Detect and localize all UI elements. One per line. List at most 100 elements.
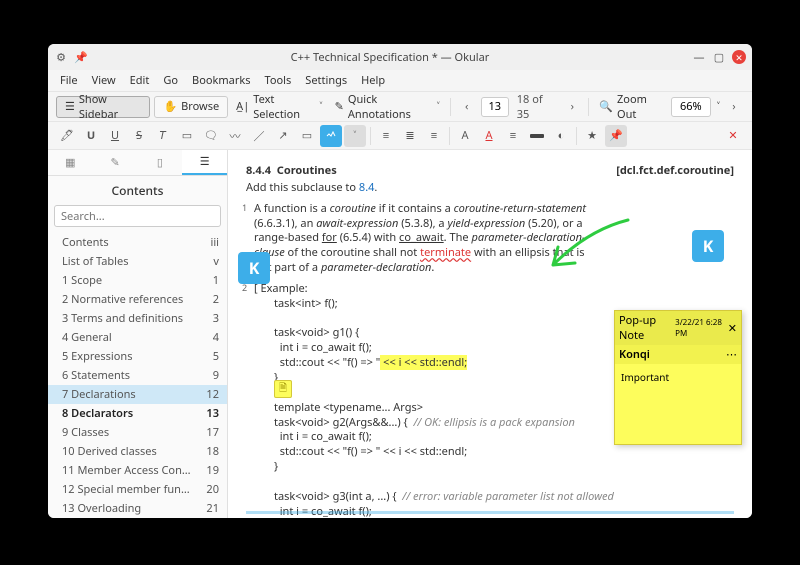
page-input[interactable] xyxy=(481,97,509,117)
highlighter-icon[interactable]: 🖊 xyxy=(56,125,78,147)
quick-annotations-button[interactable]: ✎Quick Annotations˅ xyxy=(331,96,444,118)
typewriter-icon[interactable]: 𝑇 xyxy=(152,125,174,147)
text-color-icon[interactable]: A xyxy=(478,125,500,147)
menu-bookmarks[interactable]: Bookmarks xyxy=(186,71,256,90)
squiggle-icon[interactable]: U xyxy=(104,125,126,147)
toc-item[interactable]: Contentsiii xyxy=(48,233,227,252)
rectangle-icon[interactable]: ▭ xyxy=(296,125,318,147)
underline-icon[interactable]: U xyxy=(80,125,102,147)
menu-help[interactable]: Help xyxy=(355,71,391,90)
search-input[interactable] xyxy=(54,205,221,227)
menu-settings[interactable]: Settings xyxy=(299,71,353,90)
font-icon[interactable]: A xyxy=(454,125,476,147)
close-button[interactable]: ✕ xyxy=(732,50,746,64)
sticky-note-icon[interactable]: 🗎 xyxy=(274,380,292,398)
sidebar-tab-contents[interactable]: ☰ xyxy=(182,150,227,175)
window-title: C++ Technical Specification * — Okular xyxy=(88,50,692,65)
sidebar-tab-thumbnails[interactable]: ▦ xyxy=(48,150,93,175)
menu-go[interactable]: Go xyxy=(157,71,184,90)
toc-item[interactable]: 6 Statements9 xyxy=(48,366,227,385)
arrow-icon[interactable]: ↗ xyxy=(272,125,294,147)
toolbar-annotations: 🖊 U U S 𝑇 ▭ 🗨 〰 ／ ↗ ▭ ˅ ≡ ≣ ≡ A A ≡ ◐ ★ … xyxy=(48,122,752,150)
popup-options-icon[interactable]: ⋯ xyxy=(726,347,737,362)
inline-note-icon[interactable]: ▭ xyxy=(176,125,198,147)
sidebar-tabs: ▦ ✎ ▯ ☰ xyxy=(48,150,227,176)
strikeout-icon[interactable]: S xyxy=(128,125,150,147)
document-view[interactable]: 8.4.4 Coroutines [dcl.fct.def.coroutine]… xyxy=(228,150,752,518)
zoom-select[interactable] xyxy=(671,97,711,117)
toc-item[interactable]: 8 Declarators13 xyxy=(48,404,227,423)
content: ▦ ✎ ▯ ☰ Contents ContentsiiiList of Tabl… xyxy=(48,150,752,518)
next-page-button[interactable]: › xyxy=(562,96,582,118)
text-selection-button[interactable]: A̲|Text Selection˅ xyxy=(232,96,327,118)
toc[interactable]: ContentsiiiList of Tablesv1 Scope12 Norm… xyxy=(48,233,227,518)
separator xyxy=(450,98,451,116)
toc-item[interactable]: 12 Special member fun…20 xyxy=(48,480,227,499)
toc-item[interactable]: List of Tablesv xyxy=(48,252,227,271)
zoom-out-button[interactable]: 🔍Zoom Out xyxy=(595,96,667,118)
popup-note[interactable]: Pop-up Note 3/22/21 6:28 PM ✕ Konqi ⋯ Im… xyxy=(614,310,742,445)
menu-tools[interactable]: Tools xyxy=(259,71,298,90)
menu-file[interactable]: File xyxy=(54,71,84,90)
selection-bar xyxy=(246,511,734,514)
toc-item[interactable]: 2 Normative references2 xyxy=(48,290,227,309)
separator xyxy=(449,127,450,145)
align-right-icon[interactable]: ≡ xyxy=(423,125,445,147)
separator xyxy=(370,127,371,145)
prev-page-button[interactable]: ‹ xyxy=(457,96,477,118)
app-menu-icon[interactable]: ⚙ xyxy=(54,50,68,64)
menubar: File View Edit Go Bookmarks Tools Settin… xyxy=(48,70,752,92)
toc-item[interactable]: 10 Derived classes18 xyxy=(48,442,227,461)
popup-note-icon[interactable]: 🗨 xyxy=(200,125,222,147)
toolbar-main: ☰Show Sidebar ✋Browse A̲|Text Selection˅… xyxy=(48,92,752,122)
bookmark-icon[interactable]: ★ xyxy=(581,125,603,147)
page-of-label: 18 of 35 xyxy=(513,92,559,122)
freehand-icon[interactable]: 〰 xyxy=(224,125,246,147)
stamp-kde-1[interactable]: K xyxy=(238,252,270,284)
menu-view[interactable]: View xyxy=(86,71,122,90)
line-icon[interactable]: ／ xyxy=(248,125,270,147)
subclause-note: Add this subclause to 8.4. xyxy=(246,181,734,196)
toc-item[interactable]: 9 Classes17 xyxy=(48,423,227,442)
browse-button[interactable]: ✋Browse xyxy=(154,96,228,118)
pushpin-icon[interactable]: 📌 xyxy=(605,125,627,147)
stamp-icon[interactable] xyxy=(320,125,342,147)
sidebar-tab-bookmarks[interactable]: ▯ xyxy=(138,150,183,175)
popup-close-icon[interactable]: ✕ xyxy=(728,321,737,336)
toc-item[interactable]: 7 Declarations12 xyxy=(48,385,227,404)
separator xyxy=(576,127,577,145)
align-left-icon[interactable]: ≡ xyxy=(375,125,397,147)
popup-date: 3/22/21 6:28 PM xyxy=(675,317,725,339)
align-center-icon[interactable]: ≣ xyxy=(399,125,421,147)
toc-item[interactable]: 5 Expressions5 xyxy=(48,347,227,366)
popup-title: Pop-up Note xyxy=(619,313,672,343)
popup-body[interactable]: Important xyxy=(615,364,741,444)
close-toolbar-icon[interactable]: ✕ xyxy=(722,125,744,147)
color-picker-icon[interactable] xyxy=(526,125,548,147)
sidebar-tab-reviews[interactable]: ✎ xyxy=(93,150,138,175)
stamp-dropdown[interactable]: ˅ xyxy=(344,125,366,147)
toc-item[interactable]: 3 Terms and definitions3 xyxy=(48,309,227,328)
section-heading: 8.4.4 Coroutines [dcl.fct.def.coroutine] xyxy=(246,164,734,179)
show-sidebar-button[interactable]: ☰Show Sidebar xyxy=(56,96,150,118)
popup-header: Pop-up Note 3/22/21 6:28 PM ✕ xyxy=(615,311,741,345)
popup-author: Konqi xyxy=(619,347,723,362)
separator xyxy=(588,98,589,116)
titlebar: ⚙ 📌 C++ Technical Specification * — Okul… xyxy=(48,44,752,70)
stamp-kde-2[interactable]: K xyxy=(692,230,724,262)
paragraph-1: 1 A function is a coroutine if it contai… xyxy=(254,202,734,276)
maximize-button[interactable]: ▢ xyxy=(712,50,726,64)
line-width-icon[interactable]: ≡ xyxy=(502,125,524,147)
sidebar: ▦ ✎ ▯ ☰ Contents ContentsiiiList of Tabl… xyxy=(48,150,228,518)
minimize-button[interactable]: — xyxy=(692,50,706,64)
opacity-icon[interactable]: ◐ xyxy=(550,125,572,147)
toc-item[interactable]: 1 Scope1 xyxy=(48,271,227,290)
toc-item[interactable]: 13 Overloading21 xyxy=(48,499,227,518)
menu-edit[interactable]: Edit xyxy=(124,71,156,90)
toc-item[interactable]: 4 General4 xyxy=(48,328,227,347)
okular-window: ⚙ 📌 C++ Technical Specification * — Okul… xyxy=(48,44,752,518)
sidebar-title: Contents xyxy=(48,176,227,205)
next-button[interactable]: › xyxy=(724,96,744,118)
pin-icon[interactable]: 📌 xyxy=(74,50,88,64)
toc-item[interactable]: 11 Member Access Con…19 xyxy=(48,461,227,480)
